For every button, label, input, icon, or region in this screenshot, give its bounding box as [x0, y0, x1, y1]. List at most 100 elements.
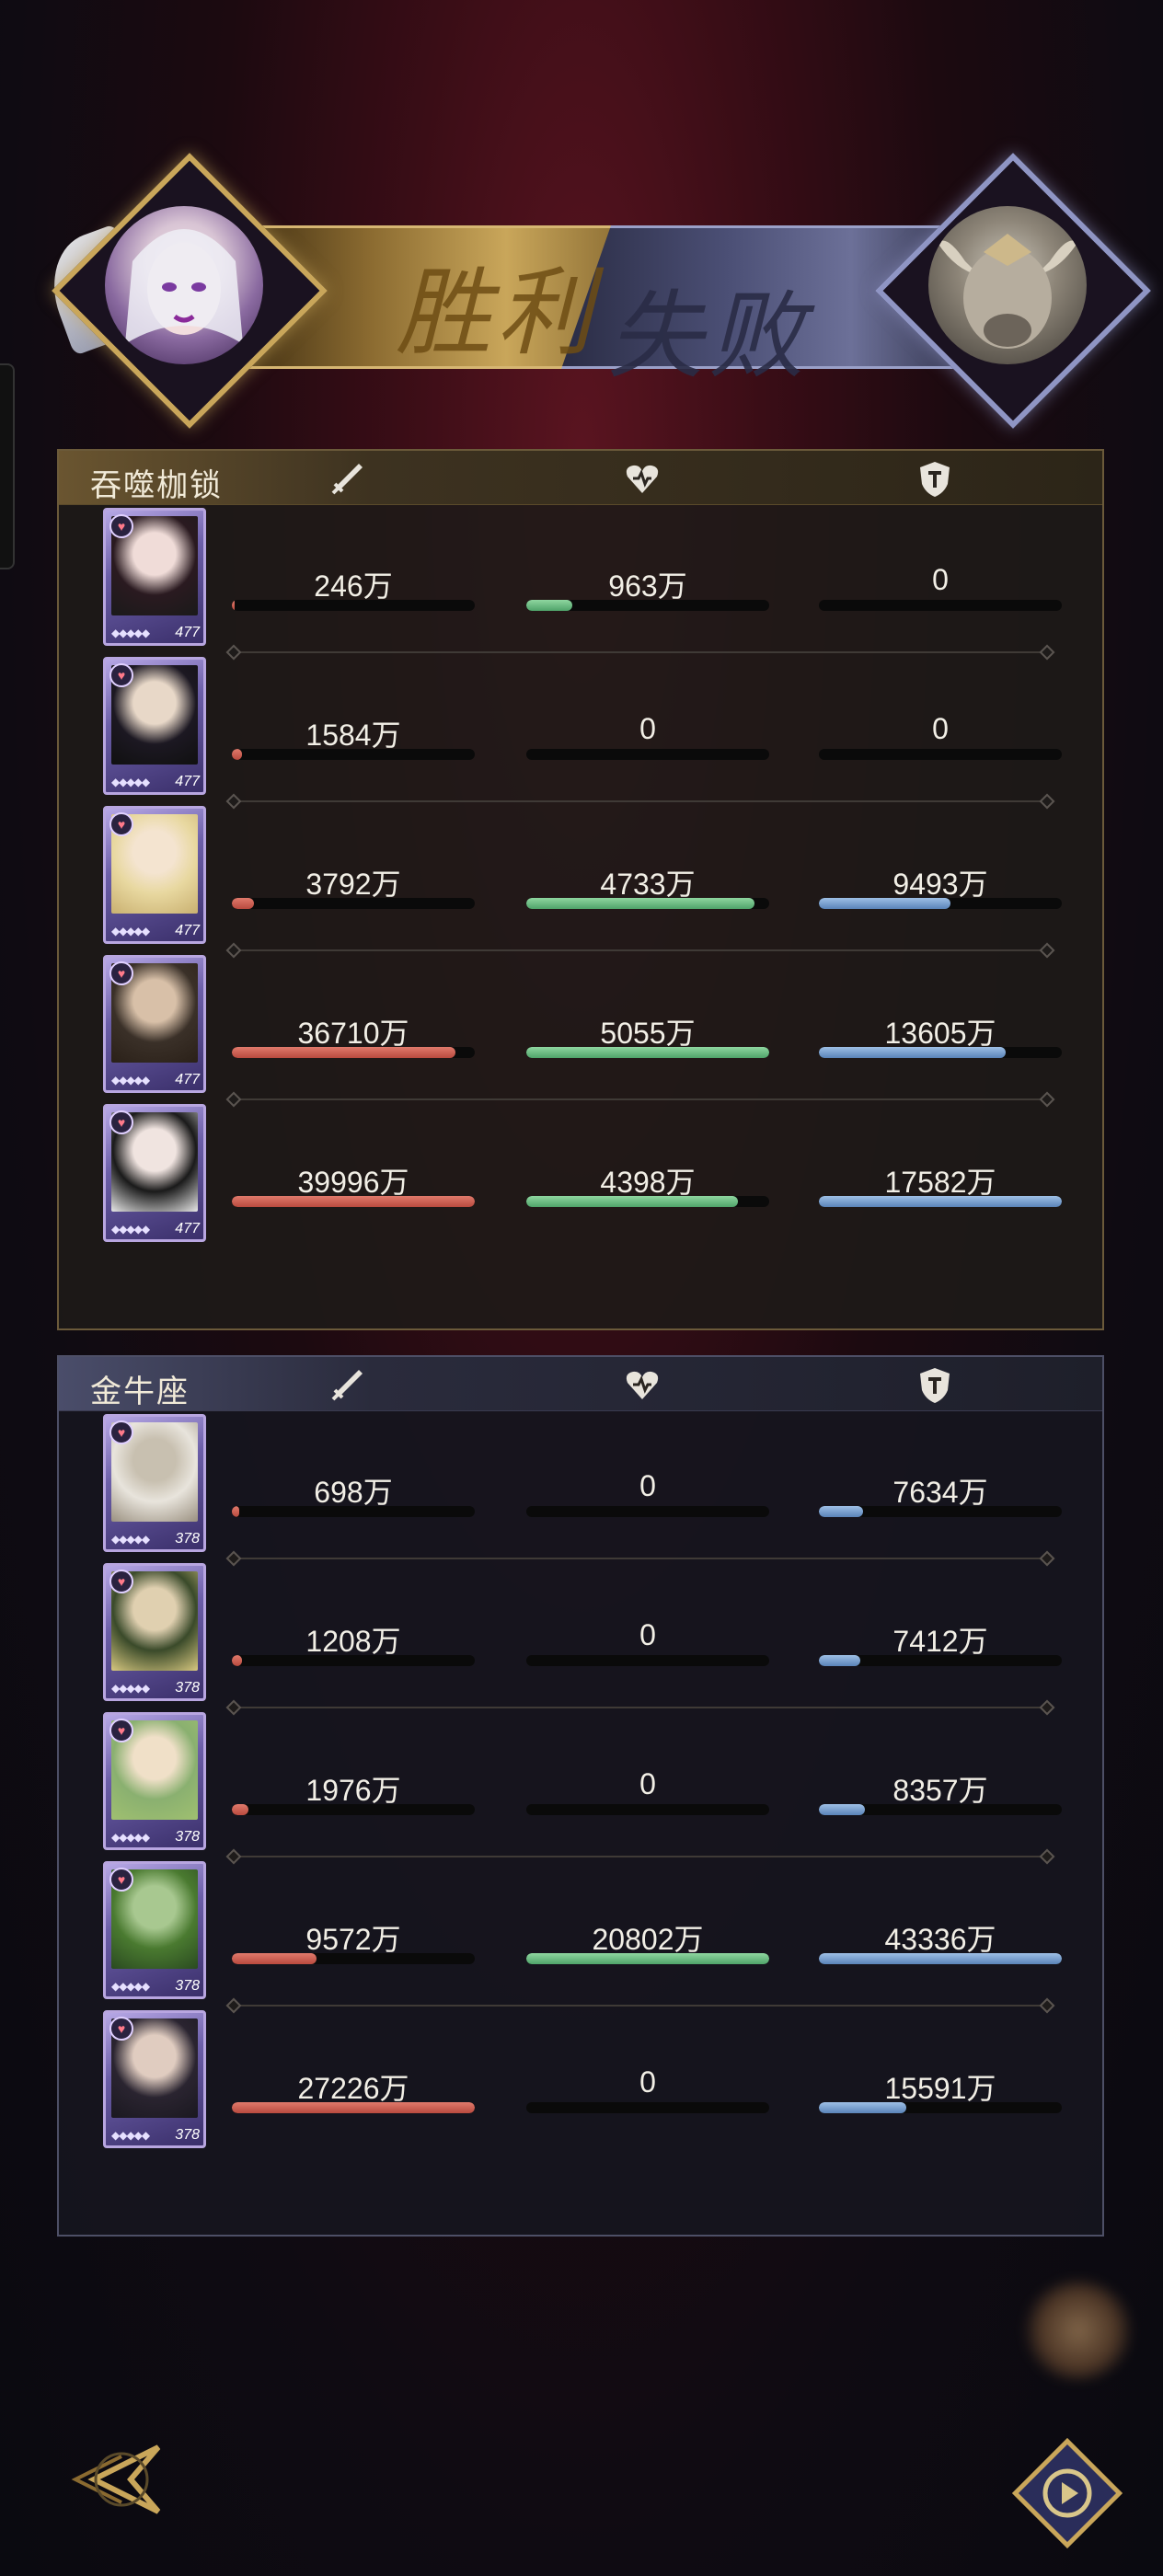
- damage-stat-bar: [232, 749, 475, 760]
- row-divider: [232, 1856, 1049, 1857]
- hero-card[interactable]: ♥ ◆◆◆◆◆ 477: [103, 508, 206, 646]
- damage-stat-bar: [232, 1804, 475, 1815]
- damage-taken-stat-bar-fill: [819, 1953, 1062, 1964]
- damage-taken-stat: 9493万: [819, 861, 1062, 909]
- healing-stat-value: 0: [639, 712, 656, 745]
- loser-avatar[interactable]: [928, 206, 1087, 364]
- damage-stat-bar-fill: [232, 749, 242, 760]
- damage-taken-stat-bar: [819, 2102, 1062, 2113]
- hero-card[interactable]: ♥ ◆◆◆◆◆ 477: [103, 955, 206, 1093]
- heart-icon: [626, 465, 659, 493]
- damage-stat-bar-fill: [232, 898, 254, 909]
- hero-card[interactable]: ♥ ◆◆◆◆◆ 378: [103, 1414, 206, 1552]
- healing-stat: 0: [526, 1767, 769, 1815]
- faction-badge-icon: ♥: [109, 961, 133, 985]
- healing-stat-value: 0: [639, 1618, 656, 1651]
- damage-stat: 9572万: [232, 1916, 475, 1964]
- hero-card[interactable]: ♥ ◆◆◆◆◆ 477: [103, 657, 206, 795]
- damage-stat-bar-fill: [232, 1804, 249, 1815]
- row-divider: [232, 949, 1049, 951]
- damage-stat: 1208万: [232, 1618, 475, 1666]
- healing-stat-bar: [526, 1047, 769, 1058]
- row-divider: [232, 651, 1049, 653]
- damage-stat-bar: [232, 1196, 475, 1207]
- damage-stat-bar-fill: [232, 1047, 455, 1058]
- damage-stat: 39996万: [232, 1159, 475, 1207]
- hero-card[interactable]: ♥ ◆◆◆◆◆ 477: [103, 806, 206, 944]
- damage-taken-stat-bar-fill: [819, 1047, 1007, 1058]
- healing-stat-bar-fill: [526, 600, 573, 611]
- healing-stat-bar: [526, 1804, 769, 1815]
- damage-stat: 27226万: [232, 2065, 475, 2113]
- healing-stat-bar-fill: [526, 1953, 769, 1964]
- team-name: 金牛座: [90, 1374, 190, 1410]
- star-rating-icon: ◆◆◆◆◆: [111, 1223, 150, 1236]
- damage-stat-bar: [232, 1655, 475, 1666]
- replay-icon: [1011, 2437, 1123, 2549]
- damage-taken-stat-bar: [819, 1196, 1062, 1207]
- healing-stat: 963万: [526, 563, 769, 611]
- damage-taken-stat-bar-fill: [819, 1804, 866, 1815]
- damage-taken-stat-value: 0: [932, 563, 949, 596]
- damage-stat: 36710万: [232, 1010, 475, 1058]
- faction-badge-icon: ♥: [109, 514, 133, 538]
- damage-taken-stat-bar-fill: [819, 1196, 1062, 1207]
- hero-card[interactable]: ♥ ◆◆◆◆◆ 378: [103, 1712, 206, 1850]
- damage-taken-stat: 17582万: [819, 1159, 1062, 1207]
- healing-stat: 4398万: [526, 1159, 769, 1207]
- hero-stat-row: ♥ ◆◆◆◆◆ 378 698万 0 7634万: [59, 1414, 1106, 1563]
- side-drawer-tab[interactable]: [0, 363, 15, 569]
- hero-card[interactable]: ♥ ◆◆◆◆◆ 378: [103, 1861, 206, 1999]
- damage-stat-bar: [232, 600, 475, 611]
- hero-level: 477: [175, 625, 200, 640]
- row-divider: [232, 2005, 1049, 2007]
- defeat-label: 失败: [607, 280, 811, 392]
- hero-card[interactable]: ♥ ◆◆◆◆◆ 477: [103, 1104, 206, 1242]
- damage-taken-stat: 7634万: [819, 1469, 1062, 1517]
- damage-taken-stat: 43336万: [819, 1916, 1062, 1964]
- back-button[interactable]: [57, 2429, 177, 2530]
- damage-stat-bar-fill: [232, 1953, 317, 1964]
- row-divider: [232, 800, 1049, 802]
- damage-taken-stat: 13605万: [819, 1010, 1062, 1058]
- damage-stat-bar-fill: [232, 1196, 475, 1207]
- damage-taken-stat-bar: [819, 898, 1062, 909]
- shield-icon: [920, 462, 950, 497]
- healing-stat: 20802万: [526, 1916, 769, 1964]
- healing-stat-value: 0: [639, 1767, 656, 1800]
- loser-team-panel: 金牛座 ♥ ◆◆◆◆◆ 378 698万 0 7634万 ♥ ◆◆◆◆◆ 378 1208万 0 741…: [57, 1355, 1104, 2237]
- faction-badge-icon: ♥: [109, 1719, 133, 1742]
- damage-stat: 1976万: [232, 1767, 475, 1815]
- damage-taken-stat: 15591万: [819, 2065, 1062, 2113]
- damage-taken-stat: 0: [819, 563, 1062, 611]
- damage-taken-stat-bar-fill: [819, 1655, 860, 1666]
- damage-stat: 698万: [232, 1469, 475, 1517]
- result-banner: 胜利 失败: [37, 153, 1151, 429]
- damage-taken-stat: 0: [819, 712, 1062, 760]
- damage-taken-stat-bar-fill: [819, 2102, 907, 2113]
- hero-stat-row: ♥ ◆◆◆◆◆ 477 39996万 4398万 17582万: [59, 1104, 1106, 1253]
- healing-stat-bar: [526, 1953, 769, 1964]
- hero-level: 378: [175, 1829, 200, 1845]
- healing-stat: 0: [526, 712, 769, 760]
- damage-taken-stat-bar-fill: [819, 898, 950, 909]
- row-divider: [232, 1558, 1049, 1559]
- damage-stat-bar: [232, 1953, 475, 1964]
- replay-button[interactable]: [1011, 2437, 1123, 2549]
- winner-avatar[interactable]: [105, 206, 263, 364]
- hero-level: 477: [175, 1072, 200, 1087]
- hero-stat-row: ♥ ◆◆◆◆◆ 477 1584万 0 0: [59, 657, 1106, 806]
- bull-portrait-icon: [938, 234, 1077, 349]
- hero-level: 477: [175, 1221, 200, 1236]
- hero-stat-row: ♥ ◆◆◆◆◆ 477 246万 963万 0: [59, 508, 1106, 657]
- faction-badge-icon: ♥: [109, 1110, 133, 1134]
- damage-stat-bar-fill: [232, 1655, 242, 1666]
- hero-stat-row: ♥ ◆◆◆◆◆ 378 27226万 0 15591万: [59, 2010, 1106, 2159]
- faction-badge-icon: ♥: [109, 663, 133, 687]
- floating-orb[interactable]: [1023, 2280, 1134, 2381]
- hero-level: 477: [175, 923, 200, 938]
- hero-stat-row: ♥ ◆◆◆◆◆ 477 3792万 4733万 9493万: [59, 806, 1106, 955]
- victory-label: 胜利: [396, 257, 599, 369]
- hero-card[interactable]: ♥ ◆◆◆◆◆ 378: [103, 2010, 206, 2148]
- hero-card[interactable]: ♥ ◆◆◆◆◆ 378: [103, 1563, 206, 1701]
